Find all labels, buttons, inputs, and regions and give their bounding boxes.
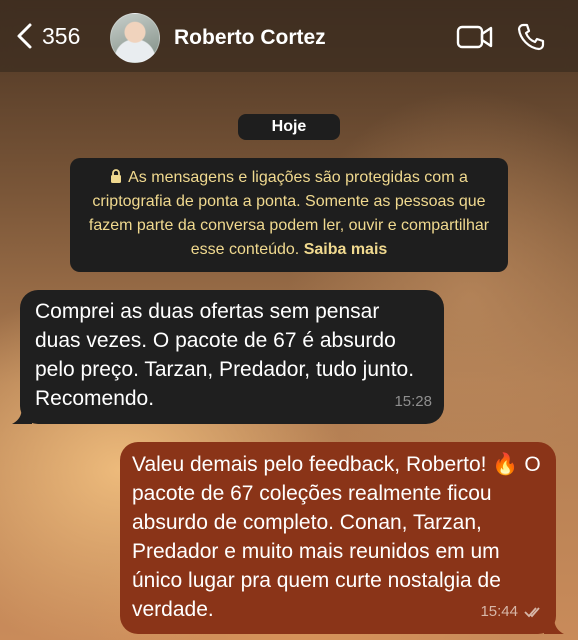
video-camera-icon[interactable] <box>456 24 494 50</box>
message-text: Valeu demais pelo feedback, Roberto! 🔥 O… <box>132 453 541 621</box>
learn-more-link[interactable]: Saiba mais <box>304 241 388 258</box>
chevron-left-icon <box>17 23 32 49</box>
message-time: 15:44 <box>480 603 518 620</box>
message-time: 15:28 <box>394 393 432 410</box>
message-text: Comprei as duas ofertas sem pensar duas … <box>35 300 415 410</box>
date-separator: Hoje <box>238 114 340 140</box>
encryption-notice[interactable]: As mensagens e ligações são protegidas c… <box>70 158 508 272</box>
outgoing-message[interactable]: Valeu demais pelo feedback, Roberto! 🔥 O… <box>120 442 564 634</box>
avatar[interactable] <box>110 13 160 63</box>
bubble-tail <box>544 616 564 634</box>
encryption-notice-text: As mensagens e ligações são protegidas c… <box>88 169 490 258</box>
read-ticks-icon <box>524 606 540 617</box>
bubble-tail <box>12 406 32 424</box>
unread-count: 356 <box>42 22 81 49</box>
incoming-message[interactable]: Comprei as duas ofertas sem pensar duas … <box>12 290 444 424</box>
lock-icon <box>111 169 122 183</box>
phone-icon[interactable] <box>516 22 546 52</box>
contact-name[interactable]: Roberto Cortez <box>174 26 326 50</box>
back-button[interactable]: 356 <box>14 22 80 50</box>
chat-header: 356 Roberto Cortez <box>0 0 578 72</box>
message-status: 15:44 <box>480 597 544 626</box>
